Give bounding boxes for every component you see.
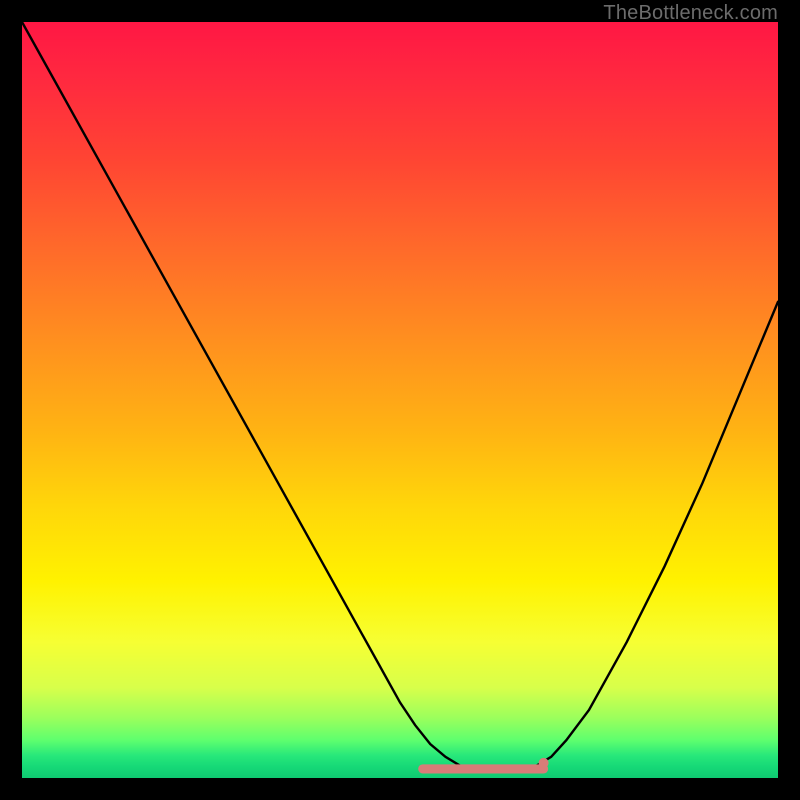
optimal-band-end-dot [539, 758, 549, 768]
bottleneck-curve [22, 22, 778, 772]
chart-stage: TheBottleneck.com [0, 0, 800, 800]
plot-area [22, 22, 778, 778]
curve-layer [22, 22, 778, 778]
